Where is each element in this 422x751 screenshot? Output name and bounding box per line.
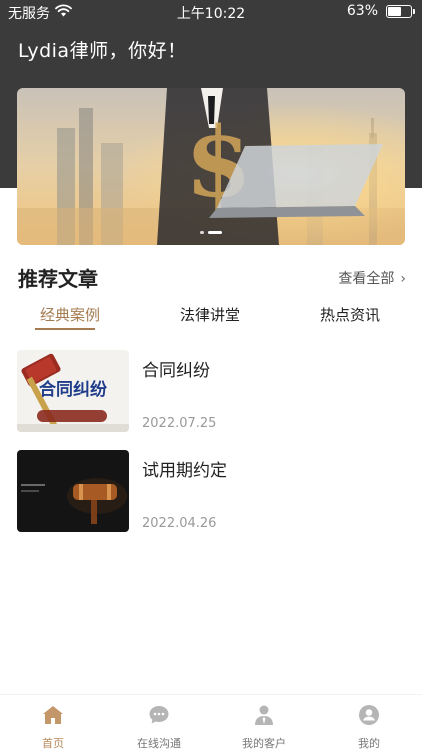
thumbnail-caption: 合同纠纷 (39, 379, 108, 400)
home-icon (43, 706, 63, 724)
banner-dot[interactable] (208, 231, 222, 234)
article-thumbnail (17, 450, 129, 532)
banner-dot[interactable] (200, 231, 204, 234)
article-item[interactable]: 合同纠纷 合同纠纷 2022.07.25 (17, 350, 407, 434)
article-thumbnail: 合同纠纷 (17, 350, 129, 432)
battery-icon (386, 5, 415, 18)
tab-classic-cases[interactable]: 经典案例 (40, 304, 100, 325)
article-item[interactable]: 试用期约定 2022.04.26 (17, 450, 407, 534)
article-date: 2022.07.25 (142, 416, 217, 431)
tab-online-chat-label: 在线沟通 (137, 737, 181, 750)
bottom-tab-bar: 首页 在线沟通 我的客户 我的 (0, 694, 422, 751)
article-title: 合同纠纷 (142, 361, 210, 381)
tab-home-label: 首页 (42, 737, 64, 750)
article-tabs: 经典案例 法律讲堂 热点资讯 (0, 304, 422, 334)
tab-legal-lectures[interactable]: 法律讲堂 (180, 304, 240, 325)
article-title: 试用期约定 (142, 461, 227, 481)
section-title: 推荐文章 (18, 267, 98, 291)
chat-icon (149, 706, 169, 724)
view-all-link[interactable]: 查看全部 › (338, 268, 406, 288)
tab-my-clients-label: 我的客户 (242, 737, 286, 750)
tab-mine[interactable]: 我的 (329, 703, 409, 751)
chevron-right-icon: › (400, 271, 406, 287)
profile-icon (359, 705, 379, 725)
view-all-label: 查看全部 (338, 271, 395, 287)
tab-online-chat[interactable]: 在线沟通 (119, 703, 199, 751)
article-date: 2022.04.26 (142, 516, 217, 531)
battery-percent: 63% (346, 3, 378, 19)
tab-home[interactable]: 首页 (13, 703, 93, 751)
active-tab-indicator (35, 328, 95, 330)
status-bar: 无服务 上午10:22 63% (0, 0, 422, 24)
greeting-title: Lydia律师，你好！ (18, 40, 187, 62)
banner-carousel[interactable]: $ (17, 88, 405, 245)
tab-hot-news[interactable]: 热点资讯 (320, 304, 380, 325)
banner-image: $ (17, 88, 405, 245)
tab-mine-label: 我的 (358, 737, 380, 750)
clients-icon (255, 705, 273, 725)
banner-pagination (17, 231, 405, 235)
tab-my-clients[interactable]: 我的客户 (224, 703, 304, 751)
